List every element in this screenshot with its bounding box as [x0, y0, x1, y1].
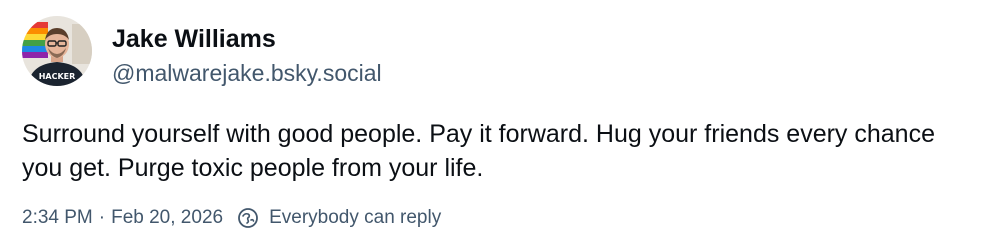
globe-reply-icon	[237, 207, 259, 229]
author-display-name[interactable]: Jake Williams	[112, 24, 382, 54]
meta-separator: ·	[98, 207, 106, 228]
svg-text:HACKER: HACKER	[39, 72, 76, 81]
post-time[interactable]: 2:34 PM	[22, 206, 93, 230]
reply-setting-label: Everybody can reply	[269, 207, 442, 228]
user-avatar-icon: HACKER	[22, 16, 92, 86]
author-names: Jake Williams @malwarejake.bsky.social	[112, 16, 382, 87]
post-text: Surround yourself with good people. Pay …	[22, 120, 935, 182]
post-card: HACKER Jake Williams @malwarejake.bsky.s…	[0, 0, 1000, 249]
reply-setting-button[interactable]: Everybody can reply	[237, 206, 441, 230]
author-avatar[interactable]: HACKER	[22, 16, 92, 86]
post-header: HACKER Jake Williams @malwarejake.bsky.s…	[22, 16, 382, 87]
author-handle[interactable]: @malwarejake.bsky.social	[112, 59, 382, 87]
post-meta: 2:34 PM · Feb 20, 2026 Everybody can rep…	[22, 206, 441, 230]
post-date[interactable]: Feb 20, 2026	[111, 206, 223, 230]
